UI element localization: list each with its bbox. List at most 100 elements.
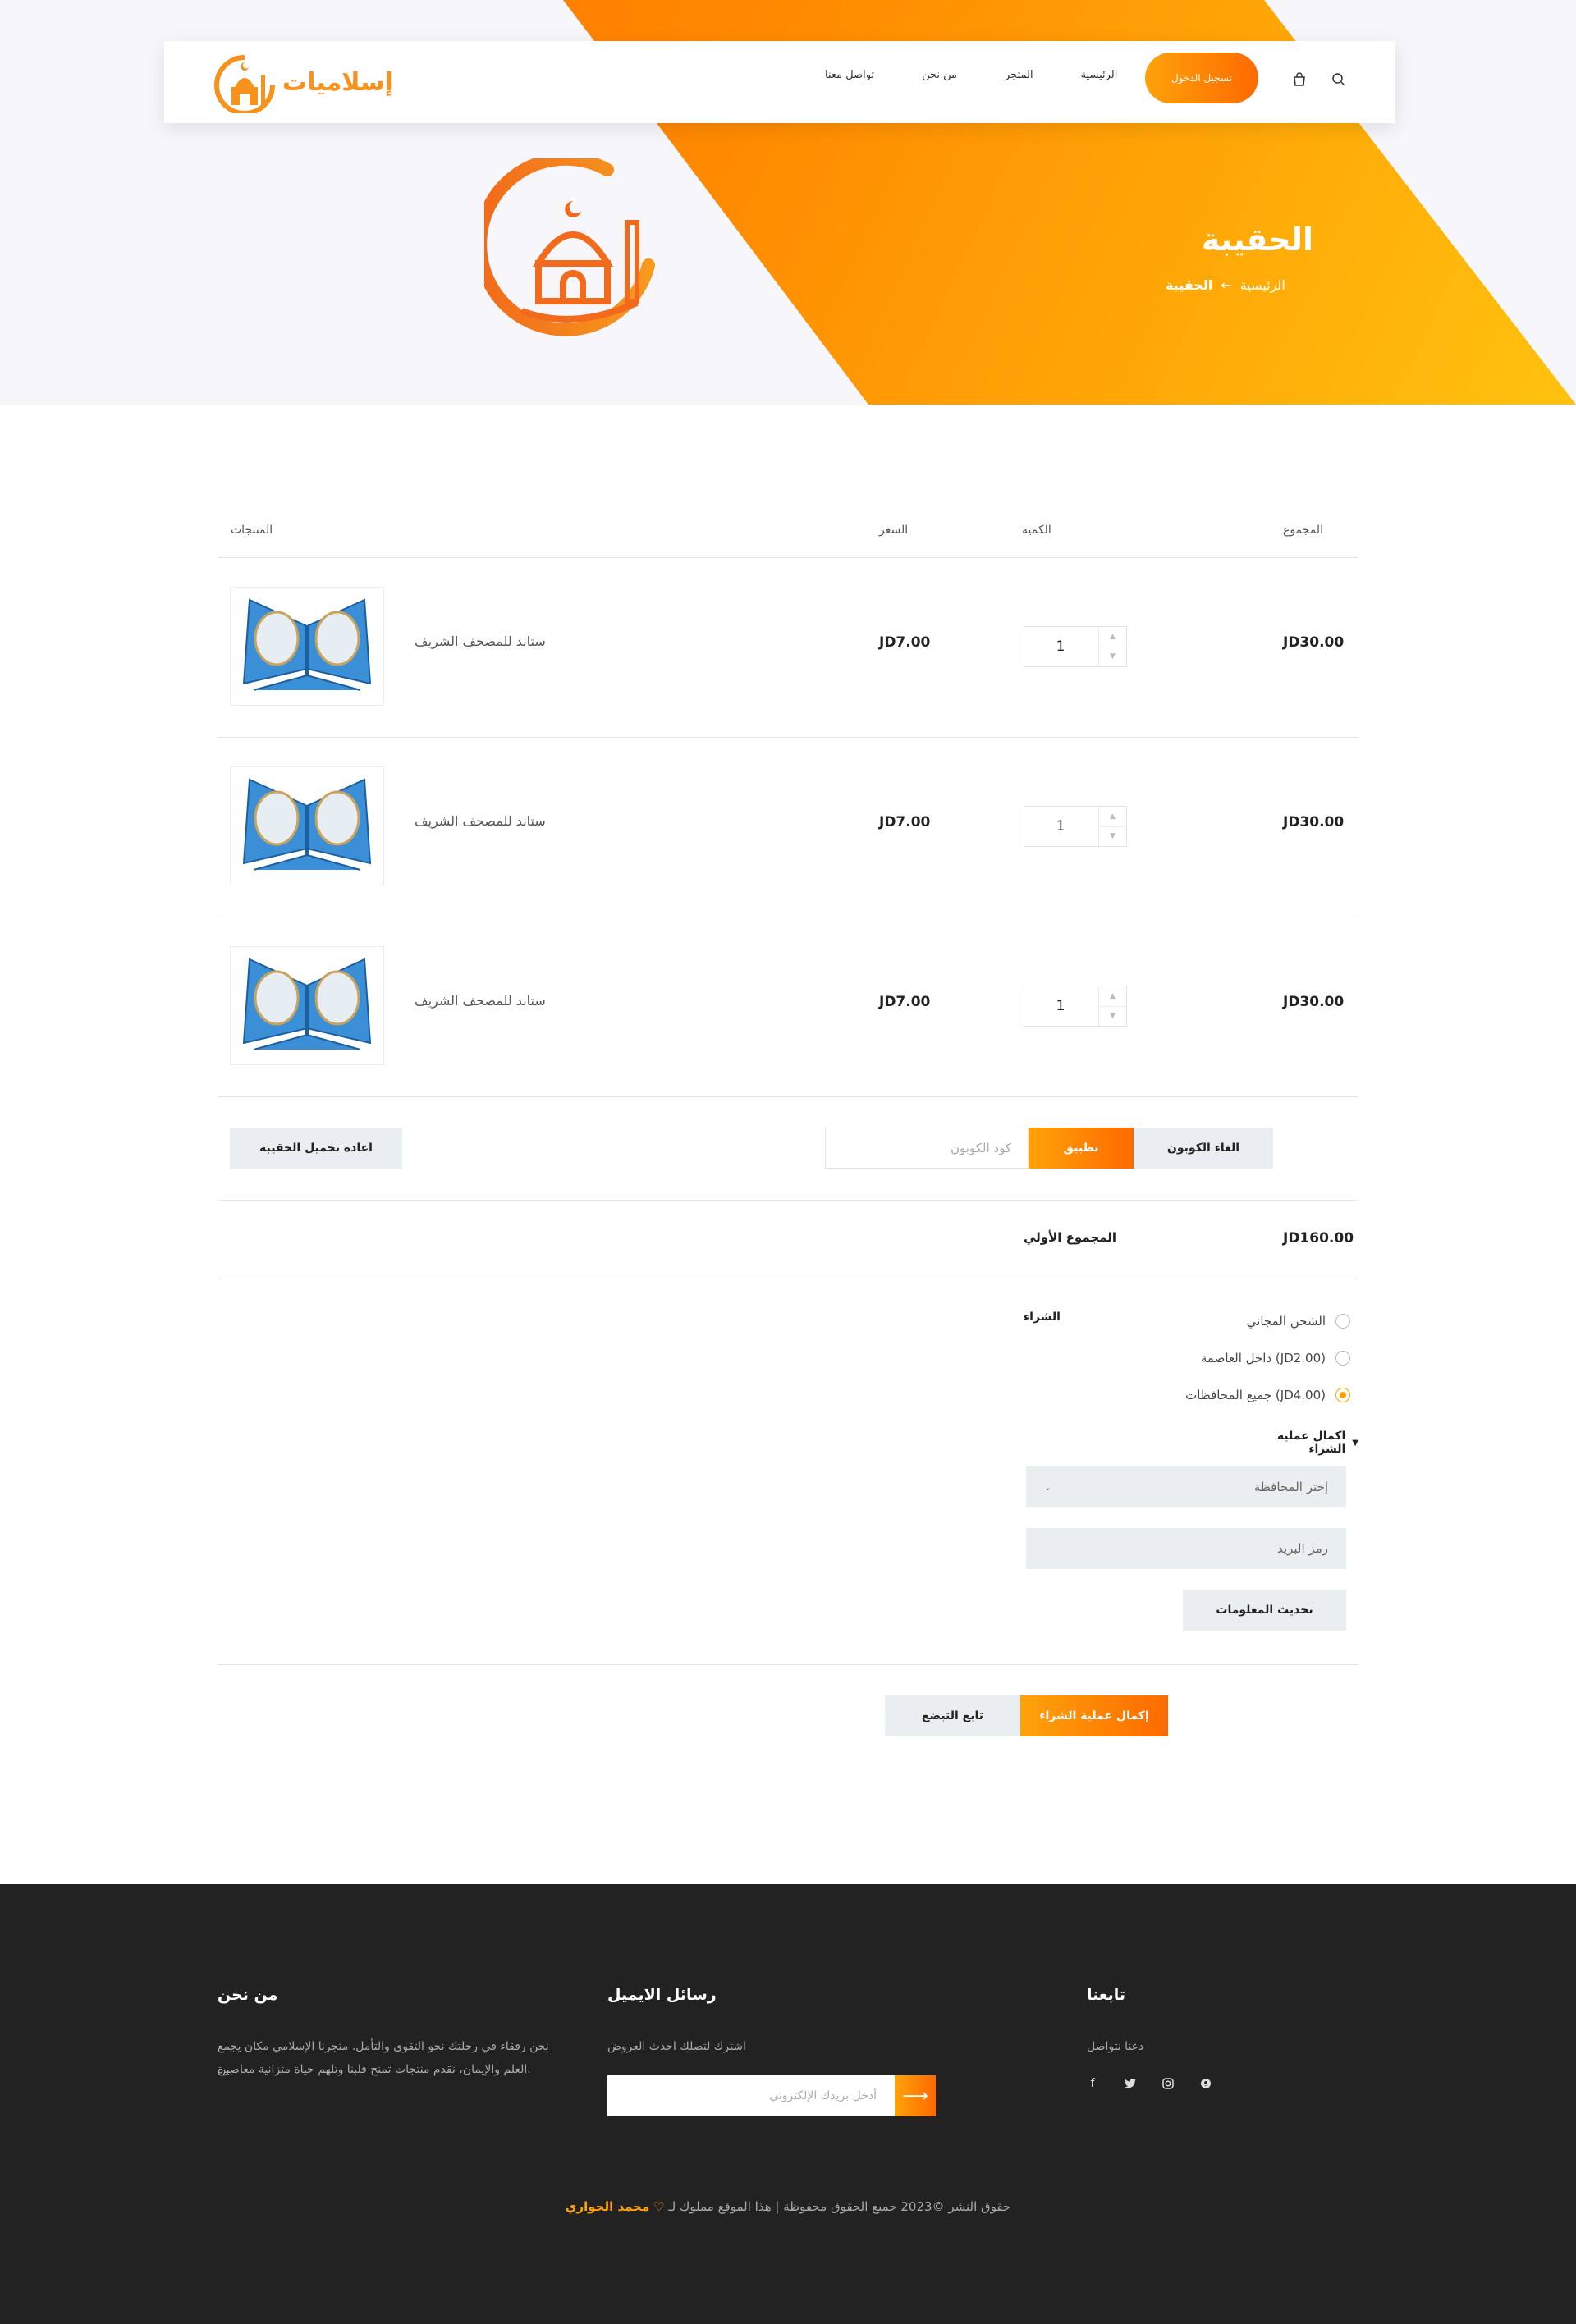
product-price: JD7.00 <box>879 634 931 651</box>
site-footer: من نحن نحن رفقاء في رحلتك نحو التقوى وال… <box>0 1884 1576 2324</box>
chevron-down-icon[interactable]: ▼ <box>1099 647 1126 667</box>
col-qty: الكمية <box>1022 524 1051 537</box>
copyright-text: حقوق النشر ©2023 جميع الحقوق محفوظة | هذ… <box>668 2199 1011 2214</box>
shipping-option-label: (JD4.00) جميع المحافظات <box>1185 1388 1326 1402</box>
product-name[interactable]: ستاند للمصحف الشريف <box>415 993 546 1009</box>
radio-button[interactable] <box>1335 1351 1350 1366</box>
product-name[interactable]: ستاند للمصحف الشريف <box>415 813 546 829</box>
subtotal-label: المجموع الأولي <box>1024 1230 1117 1245</box>
hero-banner: إسلاميات تواصل معنا من نحن المتجر الرئيس… <box>0 0 1576 405</box>
complete-purchase-button[interactable]: إكمال عملية الشراء <box>1020 1695 1168 1736</box>
zip-placeholder: رمز البريد <box>1277 1541 1328 1556</box>
cart-icon[interactable] <box>1290 71 1308 89</box>
col-products: المنتجات <box>231 524 273 537</box>
nav-home[interactable]: الرئيسية <box>1081 69 1118 81</box>
site-logo[interactable]: إسلاميات <box>212 51 393 113</box>
subscribe-arrow-button[interactable]: ⟶ <box>895 2075 936 2116</box>
quantity-value[interactable]: 1 <box>1024 638 1097 655</box>
governorate-placeholder: إختر المحافظة <box>1253 1480 1328 1494</box>
main-nav: تواصل معنا من نحن المتجر الرئيسية <box>825 69 1117 81</box>
chevron-up-icon[interactable]: ▲ <box>1099 627 1126 647</box>
cart-row: ستاند للمصحف الشريف JD7.00 1 ▲ ▼ JD30.00 <box>218 558 1358 738</box>
footer-about-text-2: .العلم والإيمان، نقدم منتجات تمنح قلبنا … <box>218 2063 531 2076</box>
subtotal-row: المجموع الأولي JD160.00 <box>218 1201 1358 1279</box>
cancel-coupon-button[interactable]: الغاء الكوبون <box>1134 1128 1273 1169</box>
coupon-input[interactable]: كود الكوبون <box>825 1128 1029 1169</box>
search-icon[interactable] <box>1330 71 1348 89</box>
caret-down-icon: ▼ <box>1352 1438 1358 1448</box>
product-price: JD7.00 <box>879 814 931 830</box>
row-total: JD30.00 <box>1283 814 1345 830</box>
instagram-icon[interactable] <box>1161 2076 1175 2091</box>
governorate-select[interactable]: إختر المحافظة ⌄ <box>1026 1466 1346 1507</box>
footer-about-title: من نحن <box>218 1986 278 2004</box>
email-field[interactable]: أدخل بريدك الإلكتروني <box>607 2075 895 2116</box>
radio-button[interactable] <box>1335 1314 1350 1329</box>
breadcrumb-home[interactable]: الرئيسية <box>1240 277 1285 293</box>
shipping-option-all-governorates[interactable]: (JD4.00) جميع المحافظات <box>1120 1388 1350 1402</box>
hero-mosque-emblem <box>474 152 662 342</box>
product-name[interactable]: ستاند للمصحف الشريف <box>415 634 546 649</box>
product-image[interactable] <box>230 946 384 1065</box>
arrow-right-icon: ⟶ <box>902 2085 928 2107</box>
heart-icon: ♡ <box>653 2199 665 2214</box>
product-image[interactable] <box>230 766 384 885</box>
cart-actions: اعادة تحميل الحقيبة كود الكوبون تطبيق ال… <box>218 1097 1358 1201</box>
cart-row: ستاند للمصحف الشريف JD7.00 1 ▲ ▼ JD30.00 <box>218 917 1358 1097</box>
nav-store[interactable]: المتجر <box>1005 69 1033 81</box>
page-title: الحقيبة <box>1201 222 1313 258</box>
quantity-stepper[interactable]: 1 ▲ ▼ <box>1024 626 1127 667</box>
chevron-down-icon[interactable]: ▼ <box>1099 1007 1126 1027</box>
cart-table-header: المنتجات السعر الكمية المجموع <box>218 509 1358 558</box>
cart-section: المنتجات السعر الكمية المجموع ستاند للمص… <box>218 509 1358 1768</box>
reload-cart-button[interactable]: اعادة تحميل الحقيبة <box>230 1128 402 1169</box>
copyright: حقوق النشر ©2023 جميع الحقوق محفوظة | هذ… <box>0 2199 1576 2214</box>
social-links: f <box>1085 2076 1213 2091</box>
breadcrumb: الرئيسية ← الحقيبة <box>1166 277 1313 293</box>
footer-follow-title: تابعنا <box>1087 1986 1126 2004</box>
nav-about[interactable]: من نحن <box>922 69 957 81</box>
complete-purchase-toggle[interactable]: ▼ اكمال عملية الشراء <box>1244 1430 1358 1456</box>
purchase-label: الشراء <box>1024 1311 1061 1324</box>
quantity-stepper[interactable]: 1 ▲ ▼ <box>1024 806 1127 847</box>
shipping-option-label: (JD2.00) داخل العاصمة <box>1200 1351 1326 1366</box>
logo-text: إسلاميات <box>282 67 393 97</box>
checkout-actions: تابع التبضع إكمال عملية الشراء <box>218 1665 1358 1768</box>
shipping-option-capital[interactable]: (JD2.00) داخل العاصمة <box>1120 1351 1350 1366</box>
mosque-logo-icon <box>214 55 275 113</box>
top-navbar: إسلاميات تواصل معنا من نحن المتجر الرئيس… <box>164 41 1395 123</box>
arrow-left-icon: ← <box>1221 277 1232 293</box>
cart-row: ستاند للمصحف الشريف JD7.00 1 ▲ ▼ JD30.00 <box>218 738 1358 917</box>
update-info-button[interactable]: تحديث المعلومات <box>1183 1590 1346 1631</box>
col-price: السعر <box>879 524 909 537</box>
footer-follow-text: دعنا نتواصل <box>1087 2040 1144 2053</box>
login-button[interactable]: تسجيل الدخول <box>1145 53 1258 103</box>
quantity-stepper[interactable]: 1 ▲ ▼ <box>1024 986 1127 1027</box>
apply-coupon-button[interactable]: تطبيق <box>1029 1128 1134 1169</box>
quantity-value[interactable]: 1 <box>1024 818 1097 835</box>
complete-purchase-toggle-label: اكمال عملية الشراء <box>1276 1430 1346 1456</box>
nav-contact[interactable]: تواصل معنا <box>825 69 874 81</box>
subtotal-value: JD160.00 <box>1283 1230 1354 1247</box>
col-total: المجموع <box>1283 524 1323 537</box>
row-total: JD30.00 <box>1283 634 1345 651</box>
product-price: JD7.00 <box>879 994 931 1010</box>
chevron-up-icon[interactable]: ▲ <box>1099 986 1126 1007</box>
continue-shopping-button[interactable]: تابع التبضع <box>885 1695 1020 1736</box>
product-image[interactable] <box>230 587 384 706</box>
shipping-option-label: الشحن المجاني <box>1246 1314 1326 1329</box>
chevron-up-icon[interactable]: ▲ <box>1099 807 1126 827</box>
chevron-down-icon[interactable]: ▼ <box>1099 827 1126 847</box>
shipping-section: الشراء الشحن المجاني (JD2.00) داخل العاص… <box>218 1279 1358 1665</box>
radio-button-selected[interactable] <box>1335 1388 1350 1402</box>
copyright-owner[interactable]: محمد الحواري <box>566 2199 650 2214</box>
zip-code-field[interactable]: رمز البريد <box>1026 1528 1346 1569</box>
breadcrumb-current: الحقيبة <box>1166 277 1213 293</box>
shipping-option-free[interactable]: الشحن المجاني <box>1120 1314 1350 1329</box>
twitter-icon[interactable] <box>1123 2076 1138 2091</box>
footer-newsletter-title: رسائل الايميل <box>607 1986 717 2004</box>
newsletter-form: أدخل بريدك الإلكتروني ⟶ <box>607 2075 936 2116</box>
snapchat-icon[interactable] <box>1198 2076 1213 2091</box>
quantity-value[interactable]: 1 <box>1024 998 1097 1014</box>
facebook-icon[interactable]: f <box>1085 2076 1100 2091</box>
